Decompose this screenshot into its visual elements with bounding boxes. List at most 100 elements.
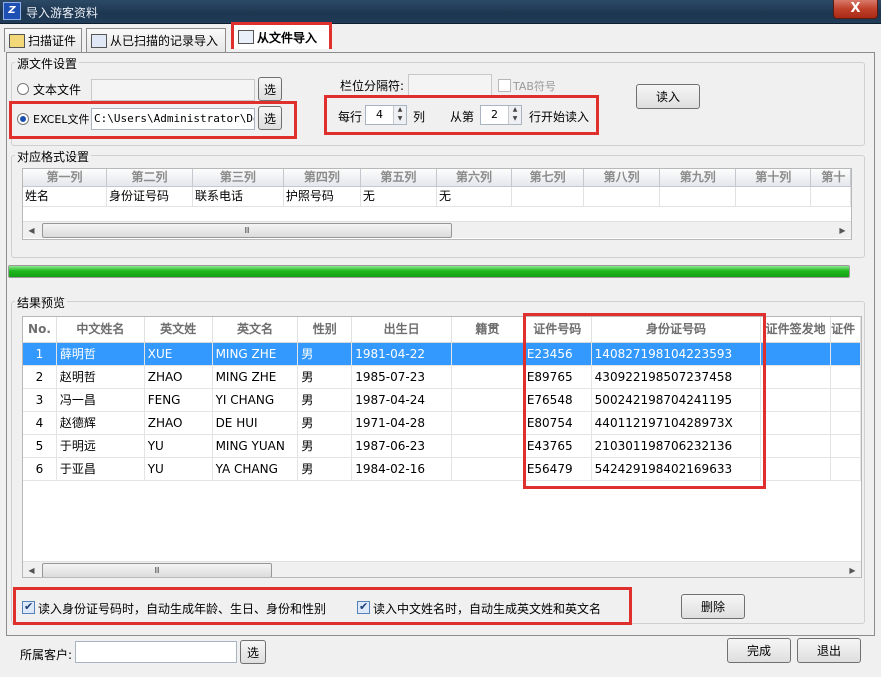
cell-extra[interactable]	[831, 366, 861, 388]
mapping-header-cell[interactable]: 第十	[811, 169, 851, 186]
auto-age-checkbox[interactable]	[22, 600, 35, 614]
cell-native[interactable]	[452, 366, 524, 388]
cell-en-name[interactable]: DE HUI	[213, 412, 299, 434]
cell-extra[interactable]	[831, 435, 861, 457]
cell-native[interactable]	[452, 458, 524, 480]
cell-no[interactable]: 3	[23, 389, 57, 411]
tab-file-import[interactable]: 从文件导入	[231, 22, 332, 49]
cell-gender[interactable]: 男	[298, 389, 353, 411]
delimiter-field[interactable]	[408, 74, 492, 96]
excel-file-radio[interactable]	[17, 113, 29, 125]
cell-issue[interactable]	[761, 343, 832, 365]
cell-native[interactable]	[452, 389, 524, 411]
cell-no[interactable]: 4	[23, 412, 57, 434]
mapping-cell[interactable]: 联系电话	[193, 187, 284, 206]
spin-down-icon[interactable]: ▼	[509, 115, 521, 124]
col-header-extra[interactable]: 证件	[831, 317, 861, 342]
col-header-cn-name[interactable]: 中文姓名	[57, 317, 145, 342]
col-header-gender[interactable]: 性别	[298, 317, 353, 342]
mapping-cell[interactable]: 护照号码	[284, 187, 361, 206]
cell-en-surname[interactable]: FENG	[145, 389, 213, 411]
cell-cn-name[interactable]: 冯一昌	[57, 389, 145, 411]
cell-gender[interactable]: 男	[298, 343, 353, 365]
col-header-en-surname[interactable]: 英文姓	[145, 317, 213, 342]
mapping-cell[interactable]	[660, 187, 737, 206]
cell-birth[interactable]: 1985-07-23	[352, 366, 452, 388]
cell-birth[interactable]: 1987-04-24	[352, 389, 452, 411]
cell-gender[interactable]: 男	[298, 435, 353, 457]
mapping-cell[interactable]: 无	[437, 187, 513, 206]
mapping-cell[interactable]	[736, 187, 812, 206]
cell-en-surname[interactable]: XUE	[145, 343, 213, 365]
cell-gender[interactable]: 男	[298, 458, 353, 480]
cell-extra[interactable]	[831, 458, 861, 480]
cell-en-surname[interactable]: YU	[145, 458, 213, 480]
col-header-issue[interactable]: 证件签发地	[761, 317, 832, 342]
delete-button[interactable]: 删除	[681, 594, 745, 619]
mapping-header-cell[interactable]: 第九列	[660, 169, 737, 186]
mapping-hscrollbar[interactable]: ◀ Ⅲ ▶	[23, 221, 851, 238]
cell-en-name[interactable]: YA CHANG	[213, 458, 299, 480]
mapping-grid[interactable]: 第一列 第二列 第三列 第四列 第五列 第六列 第七列 第八列 第九列 第十列 …	[22, 168, 852, 240]
cell-en-name[interactable]: MING ZHE	[213, 343, 299, 365]
cell-cn-name[interactable]: 薛明哲	[57, 343, 145, 365]
cell-issue[interactable]	[761, 366, 832, 388]
auto-en-checkbox[interactable]	[357, 600, 370, 614]
mapping-cell[interactable]: 无	[361, 187, 437, 206]
done-button[interactable]: 完成	[727, 638, 791, 663]
mapping-header-cell[interactable]: 第十列	[736, 169, 812, 186]
spin-down-icon[interactable]: ▼	[394, 115, 406, 124]
mapping-cell[interactable]	[811, 187, 851, 206]
excel-select-button[interactable]: 选	[258, 106, 282, 130]
cell-issue[interactable]	[761, 435, 832, 457]
scroll-thumb[interactable]: Ⅲ	[42, 563, 272, 577]
cell-native[interactable]	[452, 412, 524, 434]
mapping-cell[interactable]	[584, 187, 661, 206]
scroll-right-icon[interactable]: ▶	[834, 222, 851, 239]
excel-path-field[interactable]: C:\Users\Administrator\Desl	[91, 108, 255, 130]
cell-extra[interactable]	[831, 412, 861, 434]
cell-cn-name[interactable]: 于亚昌	[57, 458, 145, 480]
cell-native[interactable]	[452, 343, 524, 365]
cell-no[interactable]: 6	[23, 458, 57, 480]
scroll-left-icon[interactable]: ◀	[23, 222, 40, 239]
results-hscrollbar[interactable]: ◀ Ⅲ ▶	[23, 561, 861, 577]
cell-native[interactable]	[452, 435, 524, 457]
cell-en-surname[interactable]: YU	[145, 435, 213, 457]
cell-en-surname[interactable]: ZHAO	[145, 412, 213, 434]
mapping-header-cell[interactable]: 第一列	[23, 169, 107, 186]
cell-en-surname[interactable]: ZHAO	[145, 366, 213, 388]
col-header-en-name[interactable]: 英文名	[213, 317, 299, 342]
close-button[interactable]: X	[833, 0, 878, 19]
mapping-header-cell[interactable]: 第五列	[361, 169, 437, 186]
tab-scan[interactable]: 扫描证件	[4, 28, 82, 52]
cell-issue[interactable]	[761, 458, 832, 480]
mapping-cell[interactable]	[512, 187, 585, 206]
mapping-header-cell[interactable]: 第六列	[437, 169, 513, 186]
customer-select-button[interactable]: 选	[240, 640, 266, 664]
text-file-radio[interactable]	[17, 83, 29, 95]
customer-field[interactable]	[75, 641, 237, 663]
per-row-stepper[interactable]: 4 ▲ ▼	[365, 105, 407, 125]
cell-cn-name[interactable]: 赵德辉	[57, 412, 145, 434]
cell-en-name[interactable]: MING YUAN	[213, 435, 299, 457]
tab-checkbox[interactable]	[498, 79, 511, 92]
cell-cn-name[interactable]: 赵明哲	[57, 366, 145, 388]
col-header-birth[interactable]: 出生日	[352, 317, 452, 342]
tab-records[interactable]: 从已扫描的记录导入	[86, 28, 226, 52]
mapping-header-cell[interactable]: 第三列	[193, 169, 284, 186]
exit-button[interactable]: 退出	[797, 638, 861, 663]
cell-extra[interactable]	[831, 389, 861, 411]
mapping-header-cell[interactable]: 第七列	[512, 169, 585, 186]
cell-birth[interactable]: 1971-04-28	[352, 412, 452, 434]
cell-birth[interactable]: 1981-04-22	[352, 343, 452, 365]
cell-cn-name[interactable]: 于明远	[57, 435, 145, 457]
cell-gender[interactable]: 男	[298, 412, 353, 434]
cell-en-name[interactable]: MING ZHE	[213, 366, 299, 388]
cell-no[interactable]: 5	[23, 435, 57, 457]
start-row-stepper[interactable]: 2 ▲ ▼	[480, 105, 522, 125]
cell-extra[interactable]	[831, 343, 861, 365]
text-file-select-button[interactable]: 选	[258, 77, 282, 101]
mapping-header-cell[interactable]: 第四列	[284, 169, 361, 186]
col-header-native[interactable]: 籍贯	[452, 317, 524, 342]
